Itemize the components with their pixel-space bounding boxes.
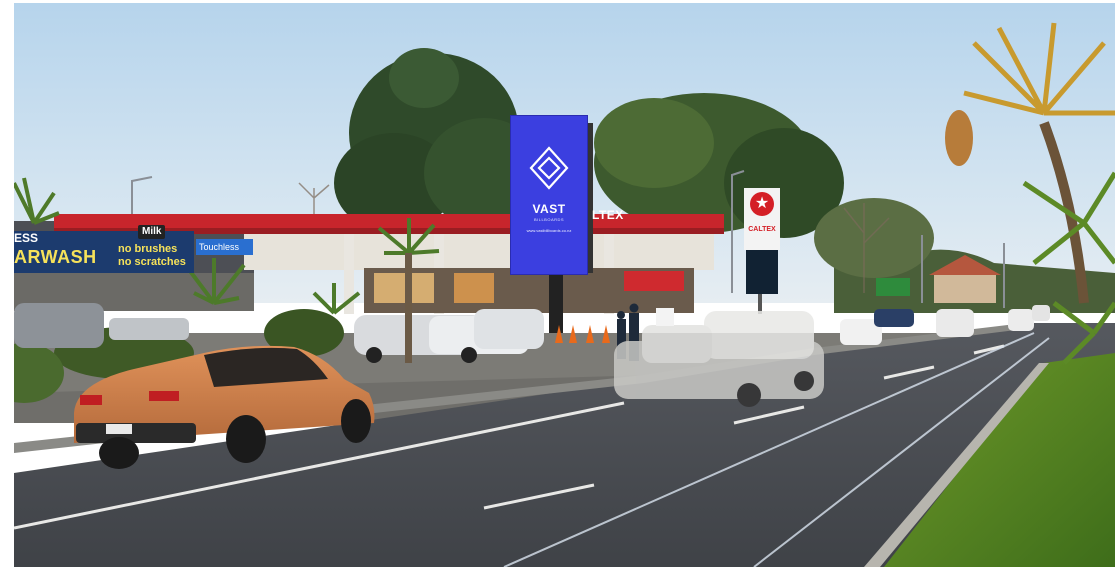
star-icon: ★	[750, 192, 774, 216]
house	[934, 273, 996, 303]
billboard-url: www.vastbillboards.co.nz	[526, 228, 572, 233]
small-sign	[656, 308, 674, 326]
billboard-subtitle: BILLBOARDS	[533, 217, 565, 222]
tagline-line-1: no brushes	[118, 243, 178, 255]
caltex-pole-word: CALTEX	[748, 226, 776, 233]
billboard-pole	[549, 273, 563, 343]
fuel-price-board	[746, 250, 778, 294]
street-scene	[14, 3, 1115, 567]
vast-logo-icon	[529, 146, 569, 190]
touchless-sign: Touchless	[196, 239, 253, 255]
green-road-sign	[876, 278, 910, 296]
billboard-brand: VAST	[532, 202, 566, 216]
photo-frame: VAST BILLBOARDS www.vastbillboards.co.nz…	[14, 3, 1115, 567]
carwash-top-text: ESS	[14, 231, 39, 245]
caltex-pole-sign: ★ CALTEX	[744, 188, 780, 250]
canopy-underside	[244, 234, 714, 270]
carwash-sign: ESS ARWASH Milk no brushes no scratches	[14, 225, 194, 273]
palm-trunk	[405, 253, 412, 363]
carwash-word: ARWASH	[14, 247, 97, 267]
moving-car-blur	[614, 311, 824, 407]
caltex-canopy-sign: LTEX	[592, 208, 624, 222]
carwash-tagline: no brushes no scratches	[118, 243, 186, 269]
milk-logo: Milk	[138, 225, 166, 239]
tagline-line-2: no scratches	[118, 256, 186, 268]
digital-billboard: VAST BILLBOARDS www.vastbillboards.co.nz	[511, 116, 587, 274]
